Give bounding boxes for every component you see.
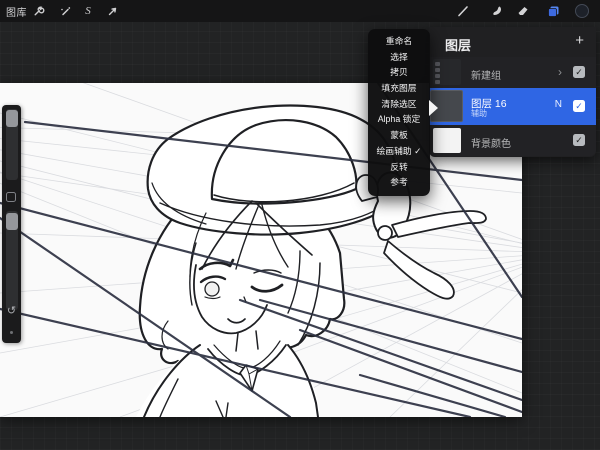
layers-icon xyxy=(546,4,561,19)
eraser-icon xyxy=(516,4,530,18)
brush-size-handle[interactable] xyxy=(6,110,18,127)
layer-assist-subtitle: 辅助 xyxy=(471,108,487,119)
wrench-icon xyxy=(32,5,45,18)
procreate-app: 图库 S xyxy=(0,0,600,450)
layer-row-group[interactable]: 新建组 › ✓ xyxy=(429,57,596,88)
group-thumbnail xyxy=(433,59,461,85)
blend-mode-button[interactable]: N xyxy=(555,99,562,110)
selection-s-icon: S xyxy=(85,5,91,17)
undo-button[interactable]: ↺ xyxy=(2,306,21,317)
menu-item-rename[interactable]: 重命名 xyxy=(368,34,430,50)
layer-options-menu: 重命名 选择 拷贝 填充图层 清除选区 Alpha 锁定 蒙板 绘画辅助 ✓ 反… xyxy=(368,29,430,196)
brush-button[interactable] xyxy=(455,3,471,19)
menu-item-fill-layer[interactable]: 填充图层 xyxy=(368,81,430,97)
brush-sidebar: ↺ xyxy=(2,105,21,343)
layer-row-background[interactable]: 背景颜色 ✓ xyxy=(429,125,596,156)
menu-callout-arrow xyxy=(429,100,438,116)
menu-item-mask[interactable]: 蒙板 xyxy=(368,128,430,144)
layer-row-selected[interactable]: 图层 16 辅助 N ✓ xyxy=(429,88,596,125)
layers-button[interactable] xyxy=(545,3,561,19)
layer-visibility-checkbox[interactable]: ✓ xyxy=(573,66,585,78)
smudge-button[interactable] xyxy=(489,3,505,19)
eraser-button[interactable] xyxy=(515,3,531,19)
active-color-swatch[interactable] xyxy=(575,4,589,18)
layer-visibility-checkbox[interactable]: ✓ xyxy=(573,134,585,146)
add-layer-button[interactable]: + xyxy=(575,32,584,49)
layers-panel: 图层 + 新建组 › ✓ 图层 16 辅助 N ✓ 背景颜色 ✓ xyxy=(429,27,596,157)
menu-item-clear-selection[interactable]: 清除选区 xyxy=(368,97,430,113)
menu-item-alpha-lock[interactable]: Alpha 锁定 xyxy=(368,112,430,128)
actions-button[interactable] xyxy=(30,3,46,19)
transform-arrow-icon xyxy=(106,5,119,18)
smudge-finger-icon xyxy=(490,4,504,18)
menu-item-reference[interactable]: 参考 xyxy=(368,175,430,191)
brush-icon xyxy=(456,4,470,18)
background-thumbnail xyxy=(433,128,461,153)
transform-button[interactable] xyxy=(104,3,120,19)
menu-item-drawing-assist[interactable]: 绘画辅助 ✓ xyxy=(368,144,430,160)
layer-row-label: 新建组 xyxy=(471,67,501,82)
chevron-right-icon[interactable]: › xyxy=(558,66,562,78)
selection-button[interactable]: S xyxy=(80,3,96,19)
adjustments-button[interactable] xyxy=(57,3,73,19)
menu-item-select[interactable]: 选择 xyxy=(368,50,430,66)
layer-row-label: 背景颜色 xyxy=(471,135,511,150)
opacity-handle[interactable] xyxy=(6,213,18,230)
modify-button[interactable] xyxy=(6,192,16,202)
menu-item-invert[interactable]: 反转 xyxy=(368,160,430,176)
magic-wand-icon xyxy=(59,5,72,18)
menu-item-copy[interactable]: 拷贝 xyxy=(368,65,430,81)
redo-dot-icon[interactable] xyxy=(10,331,13,334)
layers-panel-header: 图层 + xyxy=(429,27,596,57)
layer-visibility-checkbox[interactable]: ✓ xyxy=(573,100,585,112)
gallery-button[interactable]: 图库 xyxy=(6,4,27,19)
top-toolbar: 图库 S xyxy=(0,0,600,22)
layers-panel-title: 图层 xyxy=(445,35,471,54)
